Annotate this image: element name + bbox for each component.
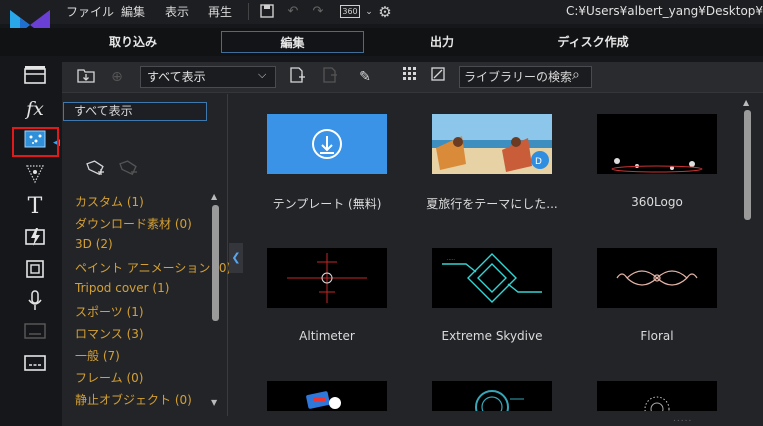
- pencil-icon[interactable]: ✎: [355, 67, 375, 87]
- filter-dropdown[interactable]: すべて表示: [140, 66, 276, 88]
- rail-selection-highlight: [12, 127, 59, 157]
- thumbnail-caption: Altimeter: [299, 329, 355, 343]
- category-item[interactable]: スポーツ (1): [75, 303, 144, 320]
- gear-icon[interactable]: ⚙: [377, 4, 393, 20]
- redo-icon[interactable]: ↷: [310, 4, 326, 20]
- vr360-icon[interactable]: 360: [340, 5, 360, 18]
- category-item[interactable]: 3D (2): [75, 237, 113, 251]
- thumbnail-caption: Floral: [640, 329, 674, 343]
- 360logo-thumbnail[interactable]: [597, 114, 717, 174]
- category-item[interactable]: ペイント アニメーション (0): [75, 259, 231, 276]
- caption-icon[interactable]: [23, 354, 47, 378]
- scroll-up-icon[interactable]: ▲: [743, 98, 749, 107]
- category-item[interactable]: ロマンス (3): [75, 325, 144, 342]
- category-scrollbar[interactable]: [212, 205, 219, 321]
- svg-text:.....: .....: [447, 256, 455, 262]
- menu-divider: [248, 3, 249, 20]
- menu-playback[interactable]: 再生: [208, 3, 232, 20]
- transition-icon[interactable]: [23, 164, 47, 188]
- plugin-icon[interactable]: ⊕: [107, 67, 127, 87]
- chevron-down-icon[interactable]: ⌄: [361, 4, 377, 20]
- svg-text:D: D: [535, 157, 542, 167]
- thumbnail-item[interactable]: [432, 381, 552, 411]
- template-thumbnail[interactable]: [267, 114, 387, 174]
- pip-designer-icon[interactable]: [23, 227, 47, 251]
- floral-thumbnail[interactable]: [597, 248, 717, 308]
- collapse-panel-button[interactable]: ❮: [229, 243, 243, 273]
- menu-file[interactable]: ファイル: [66, 3, 114, 20]
- tab-produce[interactable]: 出力: [402, 31, 482, 53]
- import-media-icon[interactable]: [76, 67, 96, 87]
- tab-capture[interactable]: 取り込み: [80, 31, 186, 53]
- chapter-icon[interactable]: [23, 259, 47, 283]
- thumbnail-caption: Extreme Skydive: [441, 329, 543, 343]
- title-icon[interactable]: T: [23, 195, 47, 219]
- expand-icon[interactable]: [428, 67, 448, 87]
- voiceover-icon[interactable]: [23, 290, 47, 314]
- category-item[interactable]: ダウンロード素材 (0): [75, 215, 192, 232]
- category-item[interactable]: フレーム (0): [75, 369, 143, 386]
- export-icon[interactable]: [320, 67, 340, 87]
- scroll-up-icon[interactable]: ▲: [211, 192, 217, 201]
- menu-edit[interactable]: 編集: [121, 3, 145, 20]
- subtitle-room-icon[interactable]: [23, 322, 47, 346]
- remove-tag-icon[interactable]: [118, 158, 140, 181]
- tab-disc-create[interactable]: ディスク作成: [545, 31, 641, 53]
- thumbnail-caption: テンプレート (無料): [272, 197, 382, 211]
- library-scrollbar[interactable]: [744, 110, 751, 220]
- fx-icon[interactable]: fx: [23, 97, 47, 121]
- undo-icon[interactable]: ↶: [285, 4, 301, 20]
- thumbnail-caption: 360Logo: [631, 195, 683, 209]
- category-panel: [62, 94, 228, 416]
- menu-view[interactable]: 表示: [165, 3, 189, 20]
- thumbnail-item[interactable]: [267, 381, 387, 411]
- show-all-button[interactable]: すべて表示: [63, 102, 207, 121]
- media-room-icon[interactable]: [23, 66, 47, 90]
- extreme-skydive-thumbnail[interactable]: .....: [432, 248, 552, 308]
- chevron-down-icon[interactable]: ⌵: [258, 68, 266, 82]
- add-to-track-icon[interactable]: [287, 67, 307, 87]
- category-item[interactable]: Tripod cover (1): [75, 281, 169, 295]
- category-item[interactable]: 静止オブジェクト (0): [75, 391, 192, 408]
- thumbnail-item[interactable]: [597, 381, 717, 411]
- tab-edit[interactable]: 編集: [221, 31, 364, 53]
- category-item[interactable]: カスタム (1): [75, 193, 144, 210]
- add-tag-icon[interactable]: [85, 158, 107, 181]
- scroll-down-icon[interactable]: ▼: [211, 398, 217, 407]
- project-path: C:¥Users¥albert_yang¥Desktop¥3: [566, 4, 763, 18]
- save-icon[interactable]: [259, 4, 275, 20]
- thumbnail-caption: 夏旅行をテーマにした...: [426, 197, 558, 211]
- grid-view-icon[interactable]: [400, 67, 420, 87]
- altimeter-thumbnail[interactable]: [267, 248, 387, 308]
- resize-grip[interactable]: .....: [673, 414, 692, 424]
- summer-travel-thumbnail[interactable]: D: [432, 114, 552, 174]
- search-icon[interactable]: ⌕: [572, 67, 580, 83]
- category-item[interactable]: 一般 (7): [75, 347, 120, 364]
